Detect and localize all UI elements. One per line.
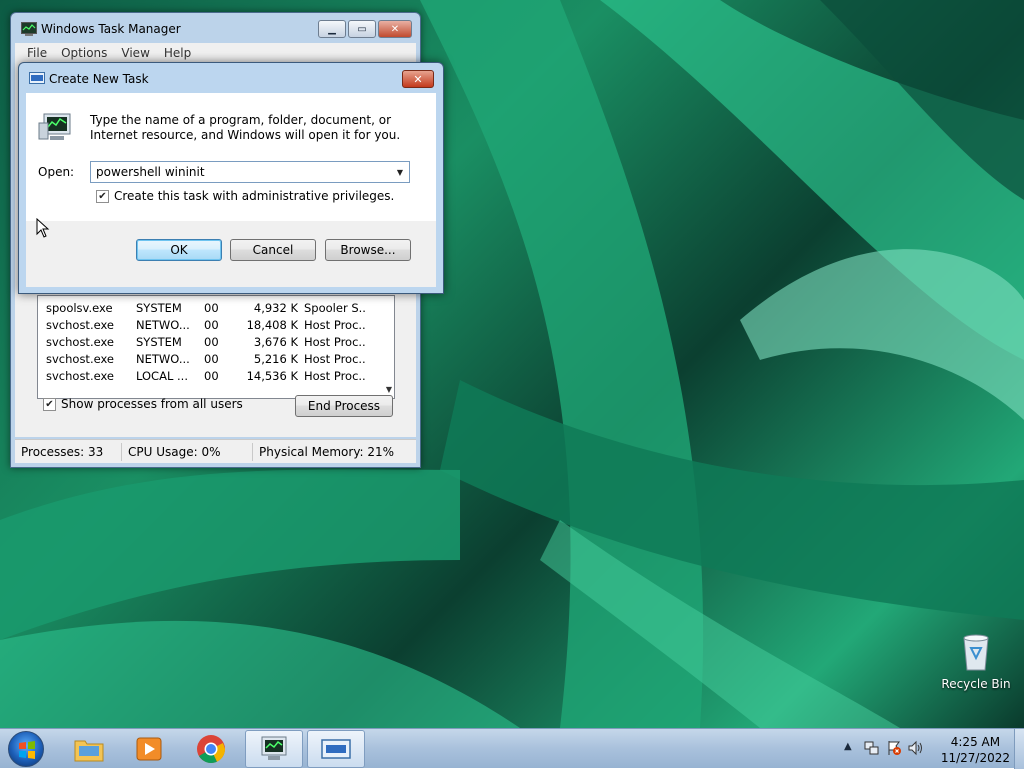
menu-options[interactable]: Options	[61, 46, 107, 60]
process-memory: 3,676 K	[253, 335, 298, 349]
create-new-task-dialog[interactable]: Create New Task ✕ Type the name of a pro…	[18, 62, 444, 294]
show-all-users-option[interactable]: ✔ Show processes from all users	[43, 397, 243, 411]
cancel-button[interactable]: Cancel	[230, 239, 316, 261]
status-cpu: CPU Usage: 0%	[128, 445, 221, 459]
close-icon: ✕	[390, 23, 400, 35]
dialog-button-area: OK Cancel Browse...	[26, 221, 436, 287]
open-combobox[interactable]: powershell wininit ▼	[90, 161, 410, 183]
admin-privileges-label: Create this task with administrative pri…	[114, 189, 395, 203]
recycle-bin[interactable]: Recycle Bin	[940, 630, 1012, 691]
process-description: Host Proc...	[304, 335, 366, 349]
run-dialog-icon	[321, 739, 351, 759]
close-icon: ✕	[413, 72, 423, 86]
taskbar-explorer-button[interactable]	[60, 730, 118, 768]
close-button[interactable]: ✕	[378, 20, 412, 38]
status-memory: Physical Memory: 21%	[259, 445, 395, 459]
process-cpu: 00	[204, 301, 219, 315]
table-row[interactable]: spoolsv.exe SYSTEM 00 4,932 K Spooler S.…	[38, 300, 378, 317]
process-cpu: 00	[204, 335, 219, 349]
process-name: svchost.exe	[46, 352, 115, 366]
clock-time: 4:25 AM	[950, 735, 1001, 749]
taskbar-task-manager-button[interactable]	[245, 730, 303, 768]
media-player-icon	[136, 737, 162, 761]
network-icon[interactable]	[864, 740, 880, 756]
table-row[interactable]: svchost.exe SYSTEM 00 3,676 K Host Proc.…	[38, 334, 378, 351]
open-label: Open:	[38, 165, 75, 179]
taskbar-run-dialog-button[interactable]	[307, 730, 365, 768]
task-manager-menubar: File Options View Help	[15, 43, 416, 63]
process-user: LOCAL ...	[136, 369, 188, 383]
task-manager-title: Windows Task Manager	[41, 22, 181, 36]
recycle-bin-icon	[963, 634, 989, 671]
open-input[interactable]: powershell wininit	[96, 165, 205, 179]
minimize-icon: ▁	[328, 23, 336, 35]
show-hidden-icons-icon[interactable]: ▲	[844, 741, 852, 752]
scroll-down-arrow-icon[interactable]: ▼	[386, 385, 392, 394]
action-center-icon[interactable]	[886, 740, 902, 756]
menu-view[interactable]: View	[121, 46, 149, 60]
end-process-button[interactable]: End Process	[295, 395, 393, 417]
process-user: NETWO...	[136, 318, 190, 332]
process-user: SYSTEM	[136, 335, 182, 349]
process-description: Host Proc...	[304, 369, 366, 383]
folder-icon	[74, 740, 104, 762]
taskbar: ▲ 4:25 AM 11/27/2022	[0, 728, 1024, 769]
mouse-cursor-icon	[36, 218, 50, 238]
process-name: svchost.exe	[46, 369, 115, 383]
process-description: Host Proc...	[304, 352, 366, 366]
system-tray: ▲ 4:25 AM 11/27/2022	[834, 729, 1024, 769]
process-memory: 4,932 K	[253, 301, 298, 315]
recycle-bin-label: Recycle Bin	[941, 677, 1011, 691]
process-user: NETWO...	[136, 352, 190, 366]
menu-file[interactable]: File	[27, 46, 47, 60]
task-manager-icon	[21, 22, 37, 36]
taskbar-chrome-button[interactable]	[182, 730, 240, 768]
clock[interactable]: 4:25 AM 11/27/2022	[941, 734, 1010, 766]
process-name: svchost.exe	[46, 318, 115, 332]
table-row[interactable]: svchost.exe NETWO... 00 18,408 K Host Pr…	[38, 317, 378, 334]
process-cpu: 00	[204, 318, 219, 332]
admin-privileges-option[interactable]: ✔ Create this task with administrative p…	[96, 189, 394, 203]
volume-icon[interactable]	[908, 740, 924, 756]
process-name: spoolsv.exe	[46, 301, 113, 315]
windows-logo-icon	[19, 741, 35, 759]
show-desktop-button[interactable]	[1014, 729, 1024, 769]
process-name: svchost.exe	[46, 335, 115, 349]
show-all-users-checkbox[interactable]: ✔	[43, 397, 56, 411]
dialog-description: Type the name of a program, folder, docu…	[90, 113, 401, 142]
process-memory: 18,408 K	[246, 318, 298, 332]
status-processes: Processes: 33	[21, 445, 104, 459]
maximize-icon: ▭	[357, 23, 367, 35]
task-manager-icon	[261, 736, 287, 760]
process-user: SYSTEM	[136, 301, 182, 315]
start-button[interactable]	[8, 731, 44, 767]
task-manager-titlebar[interactable]: Windows Task Manager ▁ ▭ ✕	[11, 13, 420, 43]
minimize-button[interactable]: ▁	[318, 20, 346, 38]
show-all-users-label: Show processes from all users	[61, 397, 243, 411]
process-cpu: 00	[204, 352, 219, 366]
ok-button[interactable]: OK	[136, 239, 222, 261]
menu-help[interactable]: Help	[164, 46, 191, 60]
chrome-icon	[197, 735, 226, 763]
taskbar-media-player-button[interactable]	[120, 730, 178, 768]
process-memory: 5,216 K	[253, 352, 298, 366]
task-manager-statusbar: Processes: 33 CPU Usage: 0% Physical Mem…	[15, 439, 416, 463]
admin-privileges-checkbox[interactable]: ✔	[96, 189, 109, 203]
task-manager-icon	[38, 113, 71, 140]
table-row[interactable]: svchost.exe NETWO... 00 5,216 K Host Pro…	[38, 351, 378, 368]
maximize-button[interactable]: ▭	[348, 20, 376, 38]
process-description: Spooler S...	[304, 301, 366, 315]
browse-button[interactable]: Browse...	[325, 239, 411, 261]
dialog-title: Create New Task	[49, 72, 149, 86]
dialog-client: Type the name of a program, folder, docu…	[26, 93, 436, 287]
process-cpu: 00	[204, 369, 219, 383]
clock-date: 11/27/2022	[940, 751, 1010, 765]
run-dialog-icon	[29, 72, 45, 84]
chevron-down-icon[interactable]: ▼	[391, 162, 409, 182]
process-description: Host Proc...	[304, 318, 366, 332]
table-row[interactable]: svchost.exe LOCAL ... 00 14,536 K Host P…	[38, 368, 378, 385]
process-memory: 14,536 K	[246, 369, 298, 383]
process-list[interactable]: spoolsv.exe SYSTEM 00 4,932 K Spooler S.…	[37, 295, 395, 399]
dialog-close-button[interactable]: ✕	[402, 70, 434, 88]
